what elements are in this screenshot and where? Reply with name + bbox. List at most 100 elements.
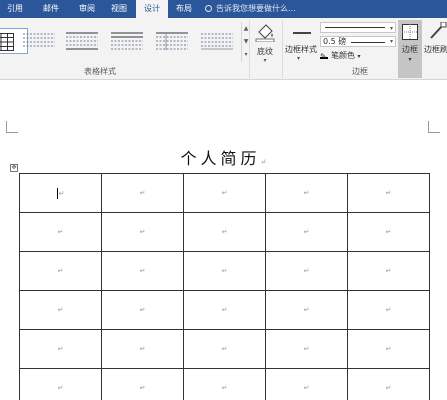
table-cell[interactable]: ↵ (347, 173, 430, 213)
word-window: 引用 邮件 审阅 视图 设计 布局 告诉我您想要做什么... ▲ ▼ ▾ 表格样… (0, 0, 447, 400)
table-cell[interactable]: ↵ (183, 290, 266, 330)
group-separator (282, 20, 283, 78)
table-cell[interactable]: ↵ (101, 212, 184, 252)
table-cell[interactable]: ↵ (183, 173, 266, 213)
tab-layout[interactable]: 布局 (168, 0, 200, 18)
table-cell[interactable]: ↵ (265, 251, 348, 291)
tab-mailings[interactable]: 邮件 (34, 0, 68, 18)
gallery-scroll-down-icon[interactable]: ▼ (242, 35, 250, 48)
shading-label: 底纹 (257, 47, 273, 56)
border-style-line-icon (293, 32, 311, 34)
pen-color-caret-icon: ▾ (357, 53, 361, 60)
table-cell[interactable]: ↵ (19, 329, 102, 369)
paragraph-mark: ↵ (260, 158, 267, 166)
paint-bucket-icon (255, 24, 275, 42)
table-style-2-icon (23, 33, 55, 47)
table-row: ↵ ↵ ↵ ↵ ↵ (19, 251, 430, 291)
cell-end-mark: ↵ (385, 189, 392, 197)
table-cell[interactable]: ↵ (265, 173, 348, 213)
table-styles-group-label: 表格样式 (84, 67, 116, 76)
table-cell[interactable]: ↵ (347, 290, 430, 330)
cell-end-mark: ↵ (385, 345, 392, 353)
table-style-6[interactable] (198, 28, 236, 54)
table-cell[interactable]: ↵ (19, 173, 102, 213)
cell-end-mark: ↵ (58, 189, 65, 197)
table-row: ↵ ↵ ↵ ↵ ↵ (19, 329, 430, 369)
ribbon-tab-bar: 引用 邮件 审阅 视图 设计 布局 告诉我您想要做什么... (0, 0, 447, 18)
table-style-5[interactable] (153, 28, 191, 54)
tell-me-search[interactable]: 告诉我您想要做什么... (205, 0, 296, 18)
table-style-4-icon (111, 32, 143, 50)
table-cell[interactable]: ↵ (265, 290, 348, 330)
cell-end-mark: ↵ (385, 384, 392, 392)
table-cell[interactable]: ↵ (183, 329, 266, 369)
table-cell[interactable]: ↵ (265, 329, 348, 369)
table-cell[interactable]: ↵ (19, 368, 102, 400)
document-title[interactable]: 个人简历↵ (0, 145, 447, 169)
border-painter-label: 边框刷 (424, 45, 447, 54)
shading-caret-icon: ▾ (263, 57, 267, 64)
table-move-handle-icon[interactable]: ✥ (10, 164, 18, 172)
table-cell[interactable]: ↵ (101, 251, 184, 291)
table-styles-gallery: ▲ ▼ ▾ 表格样式 (0, 20, 250, 78)
table-cell[interactable]: ↵ (347, 251, 430, 291)
table-cell[interactable]: ↵ (183, 368, 266, 400)
line-weight-caret-icon: ▾ (389, 38, 393, 45)
table-cell[interactable]: ↵ (19, 251, 102, 291)
gallery-scrollbar: ▲ ▼ ▾ (241, 22, 250, 62)
table-cell[interactable]: ↵ (183, 251, 266, 291)
pen-color-button[interactable]: ✎ 笔颜色 ▾ (320, 50, 361, 62)
cell-end-mark: ↵ (221, 228, 228, 236)
line-weight-select[interactable]: 0.5 磅 ▾ (320, 36, 396, 47)
resume-table[interactable]: ↵ ↵ ↵ ↵ ↵ ↵ ↵ ↵ ↵ ↵ ↵ ↵ ↵ ↵ ↵ ↵ ↵ ↵ ↵ ↵ ↵ ↵ ↵ ↵ ↵ ↵ ↵ ↵ ↵ ↵ (19, 173, 430, 400)
table-cell[interactable]: ↵ (101, 173, 184, 213)
cell-end-mark: ↵ (139, 384, 146, 392)
table-cell[interactable]: ↵ (265, 212, 348, 252)
tab-references[interactable]: 引用 (0, 0, 30, 18)
table-style-grid-icon (0, 33, 14, 51)
table-style-3[interactable] (63, 28, 101, 54)
table-style-3-icon (66, 32, 98, 50)
borders-label: 边框 (402, 45, 418, 54)
table-cell[interactable]: ↵ (183, 212, 266, 252)
tab-review[interactable]: 审阅 (70, 0, 104, 18)
border-styles-button[interactable]: 边框样式 ▾ (285, 22, 319, 72)
cell-end-mark: ↵ (303, 306, 310, 314)
border-painter-button[interactable]: 边框刷 (424, 20, 447, 78)
shading-button[interactable]: 底纹 ▾ (252, 22, 278, 76)
table-cell[interactable]: ↵ (265, 368, 348, 400)
document-page[interactable]: 个人简历↵ ✥ ↵ ↵ ↵ ↵ ↵ ↵ ↵ ↵ ↵ ↵ ↵ ↵ ↵ ↵ ↵ ↵ ↵ ↵ ↵ ↵ ↵ ↵ ↵ ↵ ↵ ↵ ↵ ↵ ↵ ↵ (0, 81, 447, 400)
gallery-more-icon[interactable]: ▾ (242, 48, 250, 61)
table-cell[interactable]: ↵ (347, 212, 430, 252)
borders-group-label: 边框 (352, 67, 368, 76)
table-cell[interactable]: ↵ (101, 368, 184, 400)
table-style-2[interactable] (20, 28, 58, 54)
tab-design[interactable]: 设计 (136, 0, 168, 18)
line-weight-value: 0.5 磅 (323, 37, 347, 46)
table-style-4[interactable] (108, 28, 146, 54)
line-style-select[interactable]: ▾ (320, 22, 396, 33)
table-cell[interactable]: ↵ (101, 329, 184, 369)
table-cell[interactable]: ↵ (19, 212, 102, 252)
pen-color-label: 笔颜色 (331, 51, 355, 60)
border-painter-icon (430, 22, 447, 39)
document-title-text: 个人简历 (180, 149, 261, 168)
table-cell[interactable]: ↵ (347, 329, 430, 369)
cell-end-mark: ↵ (221, 384, 228, 392)
borders-caret-icon: ▾ (408, 56, 412, 63)
cell-end-mark: ↵ (221, 267, 228, 275)
cell-end-mark: ↵ (303, 345, 310, 353)
cell-end-mark: ↵ (303, 189, 310, 197)
table-cell[interactable]: ↵ (347, 368, 430, 400)
table-row: ↵ ↵ ↵ ↵ ↵ (19, 173, 430, 213)
cell-end-mark: ↵ (221, 189, 228, 197)
gallery-scroll-up-icon[interactable]: ▲ (242, 22, 250, 35)
text-cursor (56, 187, 58, 199)
tab-view[interactable]: 视图 (102, 0, 136, 18)
table-style-5-icon (156, 32, 188, 50)
cell-end-mark: ↵ (385, 267, 392, 275)
table-cell[interactable]: ↵ (19, 290, 102, 330)
cell-end-mark: ↵ (385, 228, 392, 236)
table-cell[interactable]: ↵ (101, 290, 184, 330)
cell-end-mark: ↵ (385, 306, 392, 314)
